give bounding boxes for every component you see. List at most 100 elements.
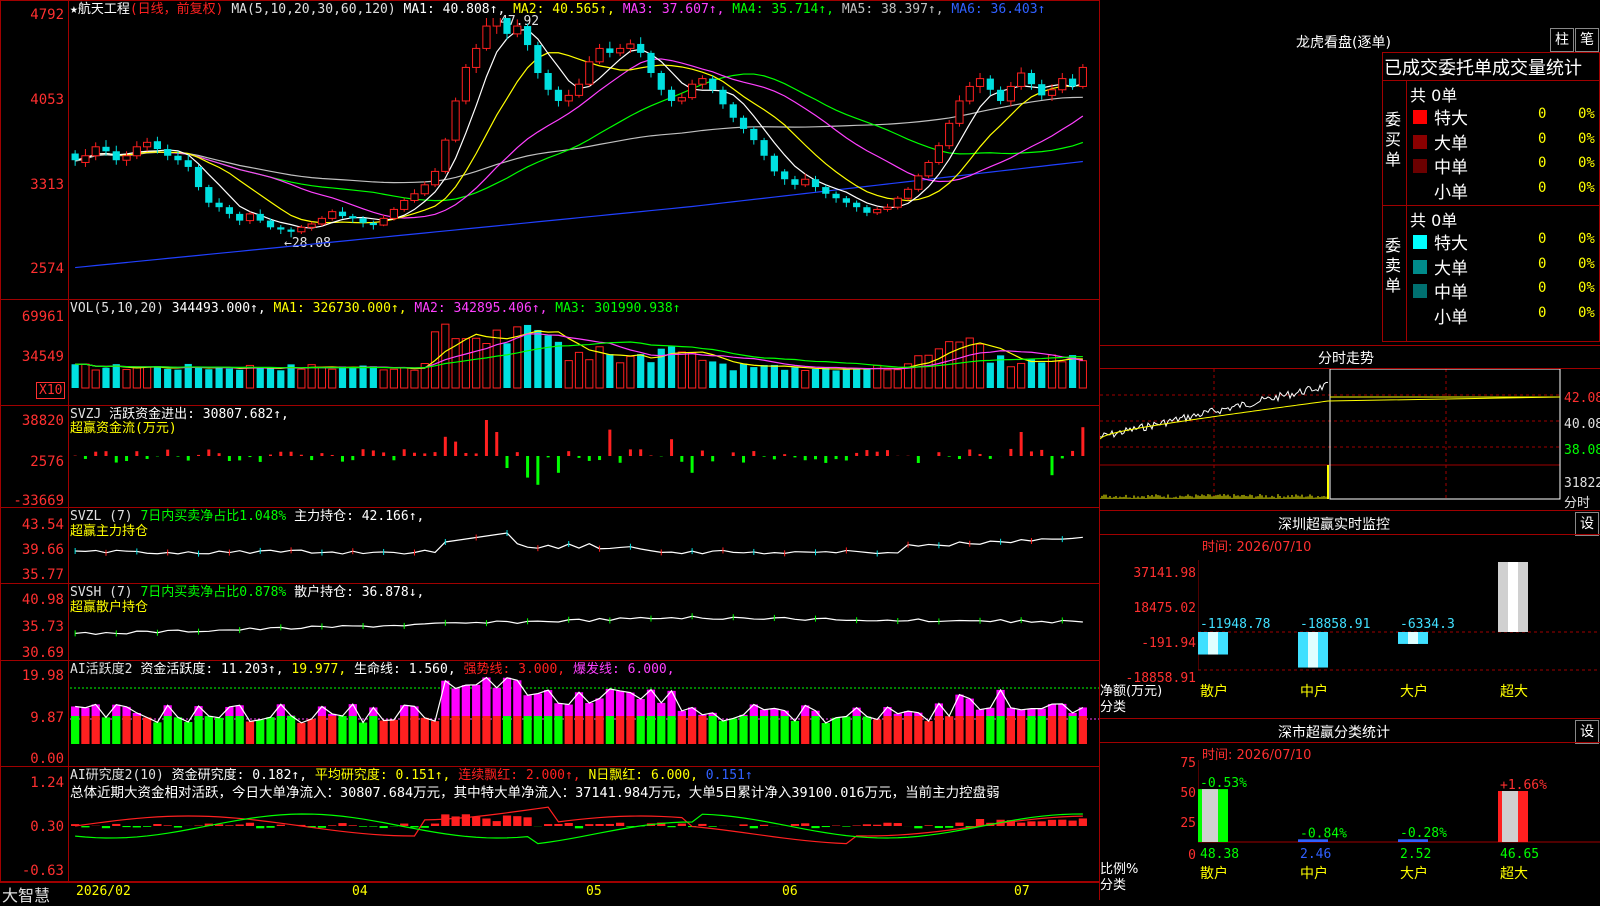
- volume-bar: [1069, 355, 1076, 388]
- candle-body: [483, 26, 490, 48]
- activity-bar: [256, 720, 264, 744]
- svsh-y-label: 35.73: [0, 620, 64, 634]
- monitor-y-label: 37141.98: [1120, 566, 1196, 581]
- research-bar: [914, 826, 922, 828]
- buy-total: 共 0单: [1410, 82, 1457, 106]
- volume-chart[interactable]: [70, 316, 1100, 404]
- activity-bar: [174, 717, 182, 744]
- activity-bar-high: [626, 693, 634, 716]
- research-bar: [359, 826, 367, 827]
- candle-body: [1059, 79, 1066, 90]
- svzl-chart[interactable]: [70, 524, 1100, 582]
- class-chart[interactable]: -0.53%48.38散户-0.84%2.46中户-0.28%2.52大户+1.…: [1198, 760, 1600, 900]
- monitor-chart[interactable]: -11948.78散户-18858.91中户-6334.3大户37141.98超…: [1198, 560, 1600, 700]
- candle-body: [863, 207, 870, 213]
- activity-bar-high: [616, 691, 624, 716]
- volume-bar: [144, 367, 151, 388]
- svsh-chart[interactable]: [70, 600, 1100, 659]
- research-bar: [318, 826, 326, 828]
- ai2-chart[interactable]: [70, 800, 1100, 880]
- activity-bar-high: [462, 685, 470, 716]
- svzj-chart[interactable]: [70, 420, 1100, 506]
- activity-bar: [164, 716, 172, 744]
- activity-bar: [760, 716, 768, 744]
- activity-bar-high: [451, 688, 459, 716]
- candle-body: [72, 154, 79, 161]
- candle-body: [575, 84, 582, 95]
- research-bar: [883, 823, 891, 826]
- candle-body: [277, 227, 284, 229]
- candle-body: [1038, 84, 1045, 95]
- ma3-value: MA3: 37.607↑,: [623, 2, 725, 17]
- activity-bar: [904, 716, 912, 744]
- volume-bar: [925, 355, 932, 388]
- mid-divider: [1382, 205, 1600, 206]
- candle-body: [92, 147, 99, 156]
- class-category-label: 散户: [1200, 865, 1228, 882]
- sell-row-pct: 0%: [1578, 305, 1595, 321]
- volume-bar: [699, 360, 706, 388]
- volume-bar: [1007, 367, 1014, 388]
- svsh-label: SVSH (7): [70, 585, 133, 600]
- tick-view-button[interactable]: 笔: [1575, 28, 1599, 52]
- chart-mode[interactable]: (日线，前复权): [130, 2, 224, 17]
- volume-bar: [812, 369, 819, 388]
- class-change-label: -0.53%: [1200, 776, 1247, 791]
- volume-bar: [637, 354, 644, 388]
- volume-bar: [894, 370, 901, 388]
- candle-body: [503, 18, 510, 34]
- intraday-title: 分时走势: [1318, 348, 1374, 368]
- candle-body: [411, 194, 418, 201]
- activity-bar: [853, 716, 861, 744]
- volume-bar: [689, 353, 696, 388]
- volume-bar: [781, 370, 788, 388]
- class-category-label: 大户: [1400, 865, 1428, 882]
- volume-bar: [853, 369, 860, 388]
- favorite-star-icon[interactable]: ★: [70, 2, 78, 17]
- activity-bar: [955, 716, 963, 744]
- research-bar: [791, 824, 799, 826]
- activity-bar-high: [955, 695, 963, 716]
- buy-row-pct: 0%: [1578, 180, 1595, 196]
- research-bar: [503, 816, 511, 826]
- monitor-category-label: 散户: [1200, 683, 1228, 700]
- volume-bar: [843, 368, 850, 388]
- volume-bar: [174, 370, 181, 388]
- sell-row-name: 小单: [1434, 303, 1468, 328]
- research-bar: [462, 814, 470, 826]
- activity-bar-high: [1007, 708, 1015, 716]
- research-bar: [1068, 821, 1076, 826]
- candle-body: [976, 79, 983, 87]
- candle-body: [946, 123, 953, 145]
- research-bar: [811, 826, 819, 828]
- monitor-settings-button[interactable]: 设: [1575, 512, 1599, 536]
- svzl-header: SVZL (7) 7日内买卖净占比1.048% 主力持仓: 42.166↑,: [70, 509, 424, 524]
- ai1-chart[interactable]: [70, 674, 1100, 765]
- buy-row-swatch: [1413, 110, 1427, 124]
- candle-body: [102, 147, 109, 151]
- volume-bar: [329, 369, 336, 388]
- monitor-bar-label: -11948.78: [1200, 617, 1270, 632]
- class-category-label: 中户: [1300, 865, 1328, 882]
- activity-bar: [236, 716, 244, 744]
- activity-bar: [380, 721, 388, 744]
- volume-bar: [832, 370, 839, 388]
- research-bar: [380, 826, 388, 828]
- date-label: 06: [782, 884, 798, 899]
- class-axis-label: 分类: [1100, 874, 1126, 893]
- volume-bar: [123, 370, 130, 388]
- bar-view-button[interactable]: 柱: [1550, 28, 1574, 52]
- candle-body: [935, 146, 942, 163]
- kline-chart[interactable]: [70, 18, 1100, 298]
- volume-bar: [390, 369, 397, 388]
- candle-body: [822, 187, 829, 194]
- activity-bar: [606, 716, 614, 744]
- svsh-hold: 散户持仓: 36.878↓,: [294, 585, 424, 600]
- activity-bar: [801, 716, 809, 744]
- class-settings-button[interactable]: 设: [1575, 720, 1599, 744]
- activity-bar: [277, 716, 285, 744]
- intraday-chart[interactable]: [1100, 369, 1600, 509]
- ma6-value: MA6: 36.403↑: [951, 2, 1045, 17]
- volume-bar: [236, 370, 243, 388]
- activity-bar: [832, 718, 840, 744]
